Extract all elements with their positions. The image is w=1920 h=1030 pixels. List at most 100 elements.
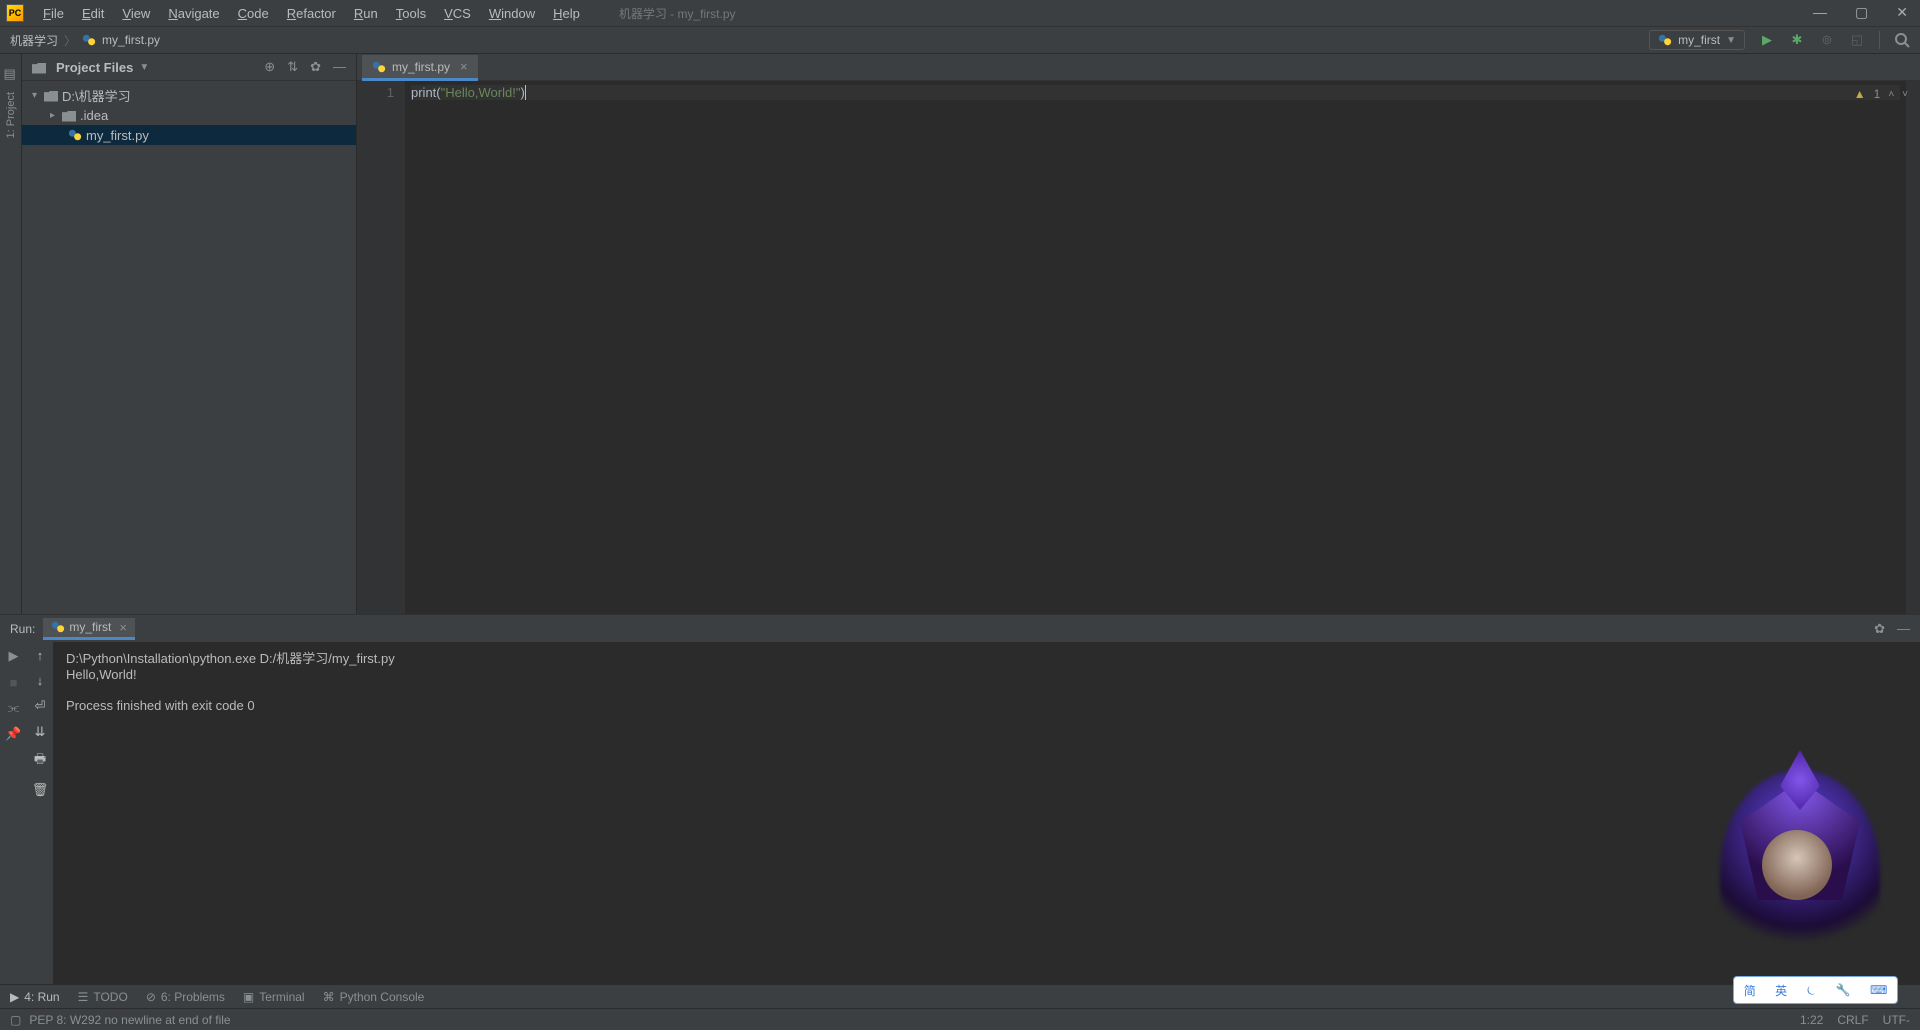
tree-root-label: D:\机器学习: [62, 86, 131, 105]
caret-position[interactable]: 1:22: [1800, 1013, 1823, 1027]
breadcrumb-project[interactable]: 机器学习: [10, 32, 58, 49]
tab-run[interactable]: ▶4: Run: [10, 990, 60, 1004]
tree-root[interactable]: ▾ D:\机器学习: [22, 85, 356, 105]
chevron-up-icon[interactable]: ˄: [1888, 89, 1894, 100]
project-panel-title-text: Project Files: [56, 60, 133, 75]
minimize-icon[interactable]: —: [1813, 4, 1827, 21]
navbar: 机器学习 〉 my_first.py my_first ▼ ▶ ✱ ⊚ ◱: [0, 27, 1920, 54]
search-everywhere-button[interactable]: [1894, 32, 1910, 48]
tab-problems[interactable]: ⊘6: Problems: [146, 990, 225, 1004]
list-icon: ☰: [78, 990, 89, 1004]
file-encoding[interactable]: UTF-: [1883, 1013, 1910, 1027]
settings-icon[interactable]: ✿: [1874, 621, 1885, 637]
trash-button[interactable]: 🗑: [32, 782, 49, 798]
tab-python-console[interactable]: ⌘Python Console: [323, 990, 425, 1004]
menu-help[interactable]: Help: [544, 2, 589, 25]
menu-tools[interactable]: Tools: [387, 2, 435, 25]
python-icon: [51, 620, 65, 634]
menu-vcs[interactable]: VCS: [435, 2, 480, 25]
project-tree: ▾ D:\机器学习 ▸ .idea my_first.py: [22, 81, 356, 149]
ime-moon-icon[interactable]: ⏾: [1807, 983, 1817, 998]
status-right: 1:22 CRLF UTF-: [1800, 1013, 1910, 1027]
ime-lang-en[interactable]: 英: [1775, 982, 1787, 999]
menu-code[interactable]: Code: [229, 2, 278, 25]
tab-todo[interactable]: ☰TODO: [78, 990, 128, 1004]
project-rail-label[interactable]: 1: Project: [3, 86, 19, 144]
ime-settings-icon[interactable]: 🔧: [1836, 983, 1851, 997]
line-number: 1: [357, 85, 394, 100]
inspection-widget[interactable]: ▲ 1 ˄ ˅: [1854, 87, 1908, 101]
toolbar-divider: [1879, 31, 1880, 49]
project-rail-icon[interactable]: ▤: [4, 66, 18, 80]
close-tab-icon[interactable]: ×: [119, 620, 127, 635]
folder-icon: [32, 63, 46, 74]
tab-terminal-label: Terminal: [259, 990, 304, 1004]
chevron-down-icon: ▼: [139, 62, 149, 73]
python-icon: [1658, 33, 1672, 47]
run-button[interactable]: ▶: [1759, 32, 1775, 48]
tree-idea-folder[interactable]: ▸ .idea: [22, 105, 356, 125]
editor-tab-label: my_first.py: [392, 60, 450, 74]
expand-icon[interactable]: ⇅: [287, 59, 298, 75]
run-console[interactable]: D:\Python\Installation\python.exe D:/机器学…: [54, 642, 1920, 984]
toolbar-right: my_first ▼ ▶ ✱ ⊚ ◱: [1649, 30, 1910, 50]
tree-file-myfirst[interactable]: my_first.py: [22, 125, 356, 145]
status-icon[interactable]: ▢: [10, 1013, 21, 1027]
breadcrumb-file[interactable]: my_first.py: [102, 33, 160, 47]
close-icon[interactable]: ✕: [1896, 4, 1908, 21]
terminal-icon: ▣: [243, 990, 254, 1004]
python-icon: [68, 128, 82, 142]
coverage-button[interactable]: ⊚: [1819, 32, 1835, 48]
menu-navigate[interactable]: Navigate: [159, 2, 228, 25]
project-panel-tools: ⊕ ⇅ ✿ —: [264, 59, 346, 75]
console-line1: D:\Python\Installation\python.exe D:/机器学…: [66, 651, 395, 666]
ime-toolbar[interactable]: 简 英 ⏾ 🔧 ⌨: [1733, 976, 1898, 1004]
run-tool-col1: ▶ ■ ⫘ 📌: [0, 642, 27, 984]
settings-icon[interactable]: ✿: [310, 59, 321, 75]
locate-icon[interactable]: ⊕: [264, 59, 275, 75]
layout-button[interactable]: ⫘: [6, 700, 22, 716]
pin-button[interactable]: 📌: [6, 726, 22, 742]
ime-keyboard-icon[interactable]: ⌨: [1870, 983, 1887, 997]
rerun-button[interactable]: ▶: [6, 648, 22, 664]
debug-button[interactable]: ✱: [1789, 32, 1805, 48]
run-config-selector[interactable]: my_first ▼: [1649, 30, 1745, 50]
run-tool-actions: ✿ —: [1874, 621, 1910, 637]
scroll-button[interactable]: ⇊: [35, 724, 46, 740]
hide-icon[interactable]: —: [1897, 621, 1910, 637]
chevron-down-icon: ▼: [1726, 35, 1736, 46]
menu-file[interactable]: File: [34, 2, 73, 25]
print-button[interactable]: 🖶: [34, 750, 46, 772]
ime-lang-cn[interactable]: 简: [1744, 982, 1756, 999]
maximize-icon[interactable]: ▢: [1855, 4, 1868, 21]
menu-edit[interactable]: Edit: [73, 2, 113, 25]
wrap-button[interactable]: ⏎: [35, 698, 46, 714]
line-separator[interactable]: CRLF: [1837, 1013, 1868, 1027]
chevron-down-icon: ▾: [32, 90, 44, 101]
run-tool-body: ▶ ■ ⫘ 📌 ↑ ↓ ⏎ ⇊ 🖶 🗑 D:\Python\Installati…: [0, 642, 1920, 984]
window-title: 机器学习 - my_first.py: [619, 5, 736, 22]
menu-refactor[interactable]: Refactor: [278, 2, 345, 25]
up-button[interactable]: ↑: [37, 648, 44, 663]
tree-idea-label: .idea: [80, 108, 108, 123]
chevron-down-icon[interactable]: ˅: [1902, 89, 1908, 100]
menu-run[interactable]: Run: [345, 2, 387, 25]
menu-window[interactable]: Window: [480, 2, 544, 25]
close-tab-icon[interactable]: ×: [460, 59, 468, 74]
hide-icon[interactable]: —: [333, 59, 346, 75]
profile-button[interactable]: ◱: [1849, 32, 1865, 48]
tab-terminal[interactable]: ▣ Terminal: [243, 990, 305, 1004]
project-panel-title[interactable]: Project Files ▼: [32, 60, 149, 75]
code-token-fn: print: [411, 85, 436, 100]
problems-icon: ⊘: [146, 990, 156, 1004]
menu-view[interactable]: View: [113, 2, 159, 25]
editor-tab-myfirst[interactable]: my_first.py ×: [362, 55, 478, 81]
run-tool-window: Run: my_first × ✿ — ▶ ■ ⫘ 📌 ↑ ↓ ⏎ ⇊ 🖶 🗑 …: [0, 614, 1920, 984]
run-tab-myfirst[interactable]: my_first ×: [43, 618, 135, 640]
stop-button[interactable]: ■: [6, 674, 22, 690]
warning-count: 1: [1874, 87, 1881, 101]
folder-icon: [62, 111, 76, 122]
down-button[interactable]: ↓: [37, 673, 44, 688]
app-icon: PC: [6, 4, 24, 22]
breadcrumb-separator: 〉: [64, 32, 76, 49]
